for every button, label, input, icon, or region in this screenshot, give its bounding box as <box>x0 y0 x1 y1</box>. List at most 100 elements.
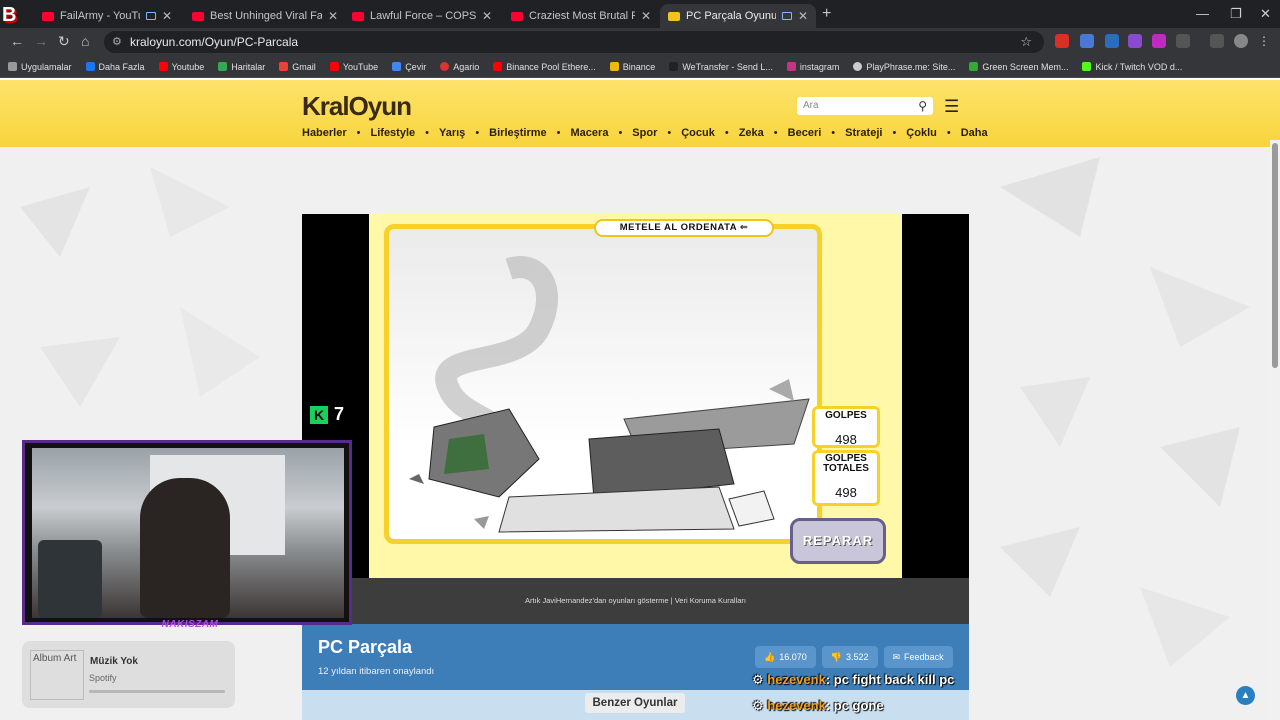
bookmark-playphrase[interactable]: PlayPhrase.me: Site... <box>853 62 955 72</box>
close-tab-icon[interactable]: ✕ <box>798 9 808 23</box>
binance-icon <box>609 62 619 71</box>
bookmark-green-screen[interactable]: Green Screen Mem... <box>969 62 1068 72</box>
minimize-button[interactable]: — <box>1196 6 1209 21</box>
tab-5-active[interactable]: PC Parçala Oyunu - Online ✕ <box>660 4 816 28</box>
bookmark-cevir[interactable]: Çevir <box>392 62 426 72</box>
forward-icon[interactable]: → <box>34 33 48 49</box>
golpes-totales-value: 498 <box>835 485 857 500</box>
nav-spor[interactable]: Spor <box>632 127 657 139</box>
bookmark-youtube[interactable]: Youtube <box>158 61 205 72</box>
bookmark-label: Gmail <box>292 61 316 72</box>
menu-search-icon[interactable]: ☰ <box>944 97 959 117</box>
webcam-chair <box>38 540 102 618</box>
chat-icon: ⚙ <box>752 698 768 713</box>
game-title: PC Parçala <box>318 637 413 657</box>
site-info-icon[interactable]: ⚙ <box>112 31 122 53</box>
bookmark-label: instagram <box>799 61 840 72</box>
tab-1[interactable]: FailArmy - YouTube ✕ <box>34 4 180 28</box>
home-icon[interactable]: ⌂ <box>81 33 89 49</box>
golpes-value: 498 <box>835 432 857 447</box>
youtube-icon <box>158 62 168 71</box>
extension-counter-icon[interactable] <box>1105 34 1119 48</box>
bookmark-kick-twitch[interactable]: Kick / Twitch VOD d... <box>1082 62 1182 72</box>
reparar-button[interactable]: REPARAR <box>790 518 886 564</box>
tab-title: PC Parçala Oyunu - Online <box>686 10 776 22</box>
nav-separator: • <box>475 127 480 139</box>
feedback-button[interactable]: ✉ Feedback <box>883 646 953 668</box>
bookmark-gmail[interactable]: Gmail <box>279 62 316 72</box>
tab-3[interactable]: Lawful Force – COPSCAM - You ✕ <box>344 4 500 28</box>
site-logo[interactable]: KralOyun <box>302 91 412 122</box>
nav-zeka[interactable]: Zeka <box>739 127 764 139</box>
like-button[interactable]: 👍 16.070 <box>755 646 816 668</box>
extension-new-icon[interactable] <box>1055 34 1069 48</box>
nav-daha[interactable]: Daha <box>961 127 988 139</box>
scrollbar-thumb[interactable] <box>1272 143 1278 368</box>
reload-icon[interactable]: ↻ <box>58 33 70 50</box>
close-tab-icon[interactable]: ✕ <box>641 9 651 23</box>
agario-icon <box>440 62 450 71</box>
bookmark-star-icon[interactable]: ☆ <box>1020 31 1032 53</box>
nav-coklu[interactable]: Çoklu <box>906 127 937 139</box>
close-tab-icon[interactable]: ✕ <box>328 9 338 23</box>
nav-haberler[interactable]: Haberler <box>302 127 347 139</box>
nav-cocuk[interactable]: Çocuk <box>681 127 715 139</box>
close-tab-icon[interactable]: ✕ <box>162 9 172 23</box>
dislike-button[interactable]: 👎 3.522 <box>821 646 878 668</box>
close-tab-icon[interactable]: ✕ <box>482 9 492 23</box>
youtube-icon <box>511 11 523 21</box>
youtube-icon <box>42 11 54 21</box>
tab-4[interactable]: Craziest Most Brutal Police Das ✕ <box>503 4 659 28</box>
address-bar[interactable]: ⚙ kraloyun.com/Oyun/PC-Parcala ☆ <box>104 31 1044 53</box>
scroll-to-top-button[interactable]: ▲ <box>1236 686 1255 705</box>
media-control-icon[interactable] <box>1210 34 1224 48</box>
chat-icon: ⚙ <box>752 672 768 687</box>
thumbs-down-icon: 👎 <box>830 652 842 662</box>
thumbs-up-icon: 👍 <box>764 652 776 662</box>
bookmark-agario[interactable]: Agario <box>440 62 479 72</box>
game-monitor[interactable] <box>384 224 822 544</box>
extension-pen-icon[interactable] <box>1128 34 1142 48</box>
nav-yaris[interactable]: Yarış <box>439 127 465 139</box>
bookmark-instagram[interactable]: instagram <box>786 61 840 72</box>
bookmarks-bar: Uygulamalar Daha Fazla Youtube Haritalar… <box>0 56 1280 78</box>
bookmark-haritalar[interactable]: Haritalar <box>218 62 265 72</box>
bookmark-daha-fazla[interactable]: Daha Fazla <box>85 62 145 72</box>
bookmark-wetransfer[interactable]: WeTransfer - Send L... <box>669 62 773 72</box>
nav-separator: • <box>724 127 729 139</box>
nav-strateji[interactable]: Strateji <box>845 127 882 139</box>
profile-avatar[interactable] <box>1234 34 1248 48</box>
bookmark-binance[interactable]: Binance <box>609 62 655 72</box>
search-input[interactable]: Ara ⚲ <box>797 97 933 115</box>
restore-button[interactable]: ❐ <box>1230 6 1242 22</box>
chat-message: ⚙ hezevenk: pc fight back kill pc <box>752 672 954 688</box>
extension-translate-icon[interactable] <box>1080 34 1094 48</box>
category-nav: Haberler • Lifestyle • Yarış • Birleştirme •… <box>302 127 988 139</box>
bookmark-apps[interactable]: Uygulamalar <box>8 62 72 72</box>
rating-buttons: 👍 16.070 👎 3.522 ✉ Feedback <box>755 646 953 668</box>
bookmark-youtube-2[interactable]: YouTube <box>329 62 378 72</box>
nav-macera[interactable]: Macera <box>571 127 609 139</box>
extension-twitch-icon[interactable] <box>1152 34 1166 48</box>
chat-nick: hezevenk <box>767 698 826 713</box>
bookmark-binance-pool[interactable]: Binance Pool Ethere... <box>493 62 596 72</box>
nav-lifestyle[interactable]: Lifestyle <box>371 127 416 139</box>
tab-title: Best Unhinged Viral Fails | What <box>210 10 322 22</box>
nav-beceri[interactable]: Beceri <box>788 127 822 139</box>
bookmark-label: WeTransfer - Send L... <box>682 61 773 72</box>
similar-games-heading[interactable]: Benzer Oyunlar <box>585 693 685 713</box>
nav-birlestirme[interactable]: Birleştirme <box>489 127 546 139</box>
youtube-icon <box>329 62 339 71</box>
bookmark-label: Youtube <box>171 61 205 72</box>
instagram-icon <box>786 62 796 71</box>
search-icon[interactable]: ⚲ <box>918 97 927 115</box>
nav-separator: • <box>556 127 561 139</box>
new-tab-button[interactable]: + <box>822 5 831 23</box>
game-footer-links[interactable]: Artık JaviHernandez'dan oyunları gösterm… <box>302 578 969 624</box>
back-icon[interactable]: ← <box>10 33 24 49</box>
k-badge-count: 7 <box>334 404 345 424</box>
tab-2[interactable]: Best Unhinged Viral Fails | What ✕ <box>184 4 346 28</box>
close-window-button[interactable]: ✕ <box>1260 6 1271 22</box>
extensions-puzzle-icon[interactable] <box>1176 34 1190 48</box>
menu-kebab-icon[interactable]: ⋮ <box>1258 34 1272 48</box>
